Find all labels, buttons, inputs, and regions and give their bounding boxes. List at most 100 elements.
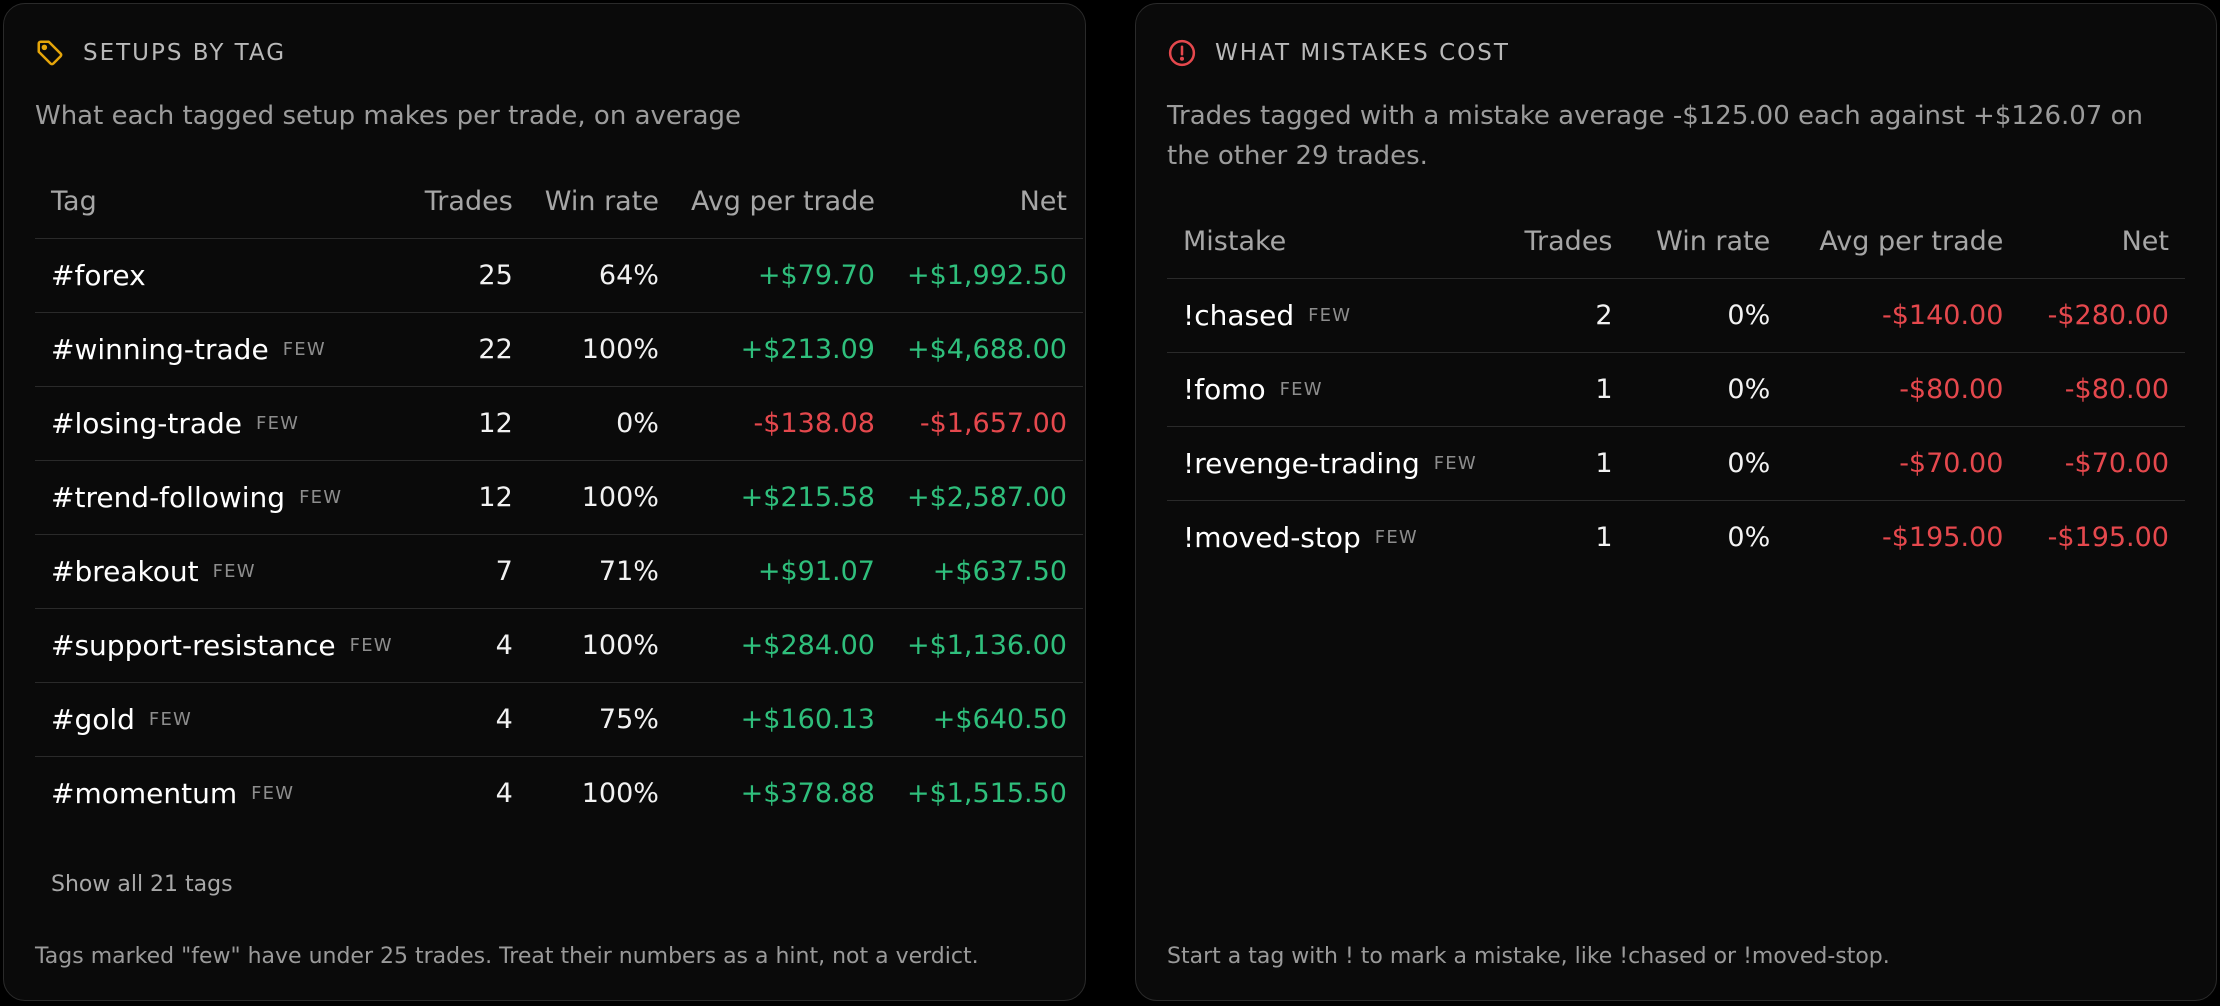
avg-per-trade-cell: +$378.88 — [740, 778, 875, 809]
tag-cell: #winning-trade FEW — [35, 312, 409, 387]
table-row[interactable]: #losing-trade FEW 12 0% -$138.08 -$1,657.00 — [35, 386, 1083, 461]
net-cell: +$637.50 — [890, 534, 1083, 609]
tag-cell: !chased FEW — [1167, 278, 1499, 353]
show-all-tags-link[interactable]: Show all 21 tags — [51, 872, 233, 897]
win-rate-cell: 100% — [528, 312, 675, 387]
win-rate-cell: 0% — [1628, 352, 1787, 427]
net-cell: -$1,657.00 — [890, 386, 1083, 461]
win-rate-cell: 0% — [528, 386, 675, 461]
few-badge: FEW — [1433, 453, 1477, 474]
table-row[interactable]: !moved-stop FEW 1 0% -$195.00 -$195.00 — [1167, 501, 2185, 575]
tag-cell: !moved-stop FEW — [1167, 501, 1499, 575]
tag-cell: #losing-trade FEW — [35, 386, 409, 461]
win-rate-cell: 100% — [528, 460, 675, 535]
setups-title: SETUPS BY TAG — [83, 40, 287, 66]
tag-name: !fomo — [1183, 373, 1266, 406]
setups-table-body: #forex 25 64% +$79.70 +$1,992.50 #winning-tra… — [35, 238, 1083, 831]
tag-cell: #gold FEW — [35, 682, 409, 757]
tag-name: #forex — [51, 259, 146, 292]
avg-per-trade-cell: -$80.00 — [1786, 352, 2020, 427]
tag-cell: #support-resistance FEW — [35, 608, 409, 683]
tag-name: !moved-stop — [1183, 521, 1361, 554]
setups-header: SETUPS BY TAG — [35, 38, 286, 68]
tag-cell: #momentum FEW — [35, 757, 409, 831]
column-header-net[interactable]: Net — [890, 164, 1083, 239]
table-row[interactable]: #winning-trade FEW 22 100% +$213.09 +$4,688.0… — [35, 312, 1083, 387]
tag-name: #support-resistance — [51, 629, 336, 662]
trades-cell: 12 — [408, 386, 529, 461]
tag-name: #breakout — [51, 555, 199, 588]
table-row[interactable]: #breakout FEW 7 71% +$91.07 +$637.50 — [35, 534, 1083, 609]
column-header-mistake[interactable]: Mistake — [1167, 204, 1499, 279]
column-header-avg-per-trade[interactable]: Avg per trade — [674, 164, 891, 239]
net-cell: +$2,587.00 — [890, 460, 1083, 535]
win-rate-cell: 0% — [1628, 278, 1787, 353]
tag-name: #losing-trade — [51, 407, 243, 440]
net-cell: +$640.50 — [890, 682, 1083, 757]
trades-cell: 1 — [1595, 522, 1613, 553]
few-badge: FEW — [251, 783, 295, 804]
tag-cell: #trend-following FEW — [35, 460, 409, 535]
few-badge: FEW — [148, 709, 193, 730]
column-header-trades[interactable]: Trades — [408, 164, 529, 239]
avg-per-trade-cell: +$213.09 — [674, 312, 891, 387]
win-rate-cell: 100% — [581, 778, 659, 809]
net-cell: -$80.00 — [2019, 352, 2185, 427]
trades-cell: 4 — [495, 778, 513, 809]
mistakes-cost-panel: WHAT MISTAKES COST Trades tagged with a … — [1135, 3, 2217, 1001]
tag-name: #momentum — [51, 777, 238, 810]
net-cell: +$1,515.50 — [906, 778, 1067, 809]
avg-per-trade-cell: +$215.58 — [674, 460, 891, 535]
trades-cell: 1 — [1499, 352, 1629, 427]
win-rate-cell: 0% — [1727, 522, 1771, 553]
tag-cell: !fomo FEW — [1167, 352, 1499, 427]
few-badge: FEW — [282, 339, 326, 360]
avg-per-trade-cell: +$91.07 — [674, 534, 891, 609]
table-row[interactable]: !fomo FEW 1 0% -$80.00 -$80.00 — [1167, 352, 2185, 427]
alert-circle-icon — [1167, 38, 1197, 68]
column-header-avg-per-trade[interactable]: Avg per trade — [1786, 204, 2020, 279]
net-cell: +$1,136.00 — [890, 608, 1083, 683]
trades-cell: 4 — [408, 608, 529, 683]
column-header-net[interactable]: Net — [2019, 204, 2185, 279]
mistakes-footnote: Start a tag with ! to mark a mistake, li… — [1167, 944, 1890, 969]
table-row[interactable]: #trend-following FEW 12 100% +$215.58 +$2,587… — [35, 460, 1083, 535]
avg-per-trade-cell: -$195.00 — [1882, 522, 2004, 553]
trades-cell: 1 — [1499, 426, 1629, 501]
table-row[interactable]: #momentum FEW 4 100% +$378.88 +$1,515.50 — [35, 757, 1083, 831]
trades-cell: 7 — [408, 534, 529, 609]
win-rate-cell: 71% — [528, 534, 675, 609]
table-row[interactable]: #gold FEW 4 75% +$160.13 +$640.50 — [35, 682, 1083, 757]
trades-cell: 4 — [408, 682, 529, 757]
avg-per-trade-cell: +$79.70 — [674, 238, 891, 313]
few-badge: FEW — [1374, 527, 1418, 548]
mistakes-subtitle: Trades tagged with a mistake average -$1… — [1167, 101, 2143, 171]
win-rate-cell: 0% — [1628, 426, 1787, 501]
avg-per-trade-cell: -$140.00 — [1786, 278, 2020, 353]
few-badge: FEW — [256, 413, 300, 434]
table-row[interactable]: #forex 25 64% +$79.70 +$1,992.50 — [35, 238, 1083, 313]
tag-name: #trend-following — [51, 481, 286, 514]
trades-cell: 25 — [408, 238, 529, 313]
tag-cell: #breakout FEW — [35, 534, 409, 609]
few-badge: FEW — [349, 635, 393, 656]
win-rate-cell: 100% — [528, 608, 675, 683]
tag-name: #winning-trade — [51, 333, 269, 366]
net-cell: -$70.00 — [2019, 426, 2185, 501]
win-rate-cell: 64% — [528, 238, 675, 313]
few-badge: FEW — [1308, 305, 1352, 326]
column-header-win-rate[interactable]: Win rate — [1628, 204, 1787, 279]
table-row[interactable]: #support-resistance FEW 4 100% +$284.00 +$1,1… — [35, 608, 1083, 683]
table-row[interactable]: !chased FEW 2 0% -$140.00 -$280.00 — [1167, 278, 2185, 353]
column-header-trades[interactable]: Trades — [1499, 204, 1629, 279]
setups-table: Tag Trades Win rate Avg per trade Net #f… — [35, 164, 1083, 830]
column-header-win-rate[interactable]: Win rate — [528, 164, 675, 239]
net-cell: +$1,992.50 — [890, 238, 1083, 313]
mistakes-title: WHAT MISTAKES COST — [1215, 40, 1510, 66]
avg-per-trade-cell: +$160.13 — [674, 682, 891, 757]
few-badge: FEW — [212, 561, 256, 582]
trades-cell: 22 — [408, 312, 529, 387]
tag-cell: !revenge-trading FEW — [1167, 426, 1499, 501]
column-header-tag[interactable]: Tag — [35, 164, 409, 239]
table-row[interactable]: !revenge-trading FEW 1 0% -$70.00 -$70.00 — [1167, 426, 2185, 501]
